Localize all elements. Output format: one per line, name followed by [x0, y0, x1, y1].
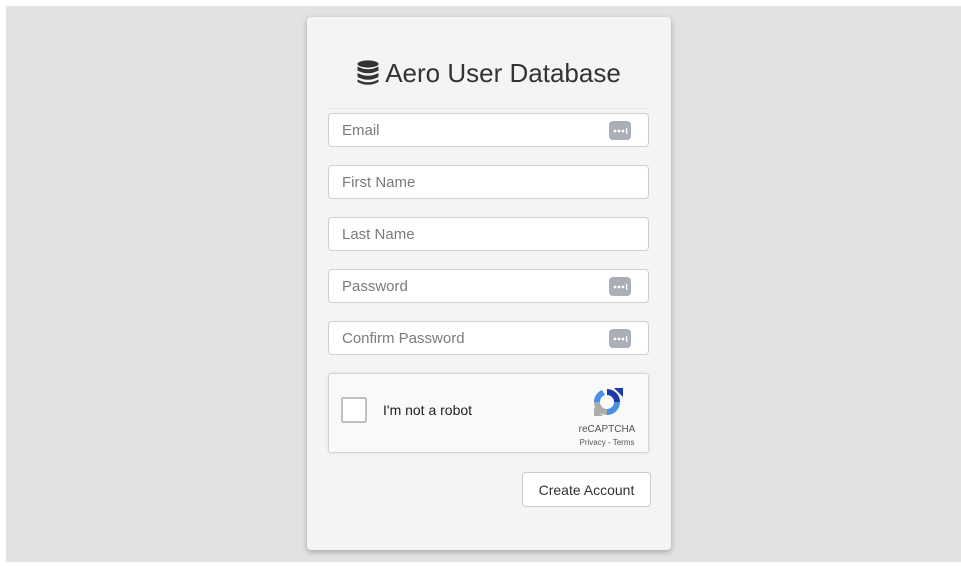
database-icon — [357, 60, 379, 86]
first-name-input[interactable] — [329, 166, 648, 198]
first-name-field — [328, 165, 649, 199]
card-header: Aero User Database — [307, 53, 671, 93]
header-divider — [328, 108, 650, 109]
password-manager-icon[interactable] — [609, 277, 631, 296]
email-field — [328, 113, 649, 147]
password-field — [328, 269, 649, 303]
password-manager-icon[interactable] — [609, 121, 631, 140]
page-title: Aero User Database — [385, 58, 621, 88]
email-input[interactable] — [329, 114, 648, 146]
recaptcha-brand: reCAPTCHA — [578, 424, 636, 435]
create-account-button[interactable]: Create Account — [522, 472, 651, 507]
recaptcha-logo-icon — [590, 385, 624, 419]
last-name-input[interactable] — [329, 218, 648, 250]
recaptcha-checkbox[interactable] — [341, 397, 367, 423]
confirm-password-field — [328, 321, 649, 355]
recaptcha-label: I'm not a robot — [383, 402, 473, 418]
recaptcha-widget: I'm not a robot reCAPTCHA Privacy - Term… — [328, 373, 649, 453]
signup-card: Aero User Database Email First Name Last… — [307, 17, 671, 550]
last-name-field — [328, 217, 649, 251]
password-manager-icon[interactable] — [609, 329, 631, 348]
password-input[interactable] — [329, 270, 648, 302]
confirm-password-input[interactable] — [329, 322, 648, 354]
recaptcha-privacy-terms-link[interactable]: Privacy - Terms — [569, 438, 645, 447]
